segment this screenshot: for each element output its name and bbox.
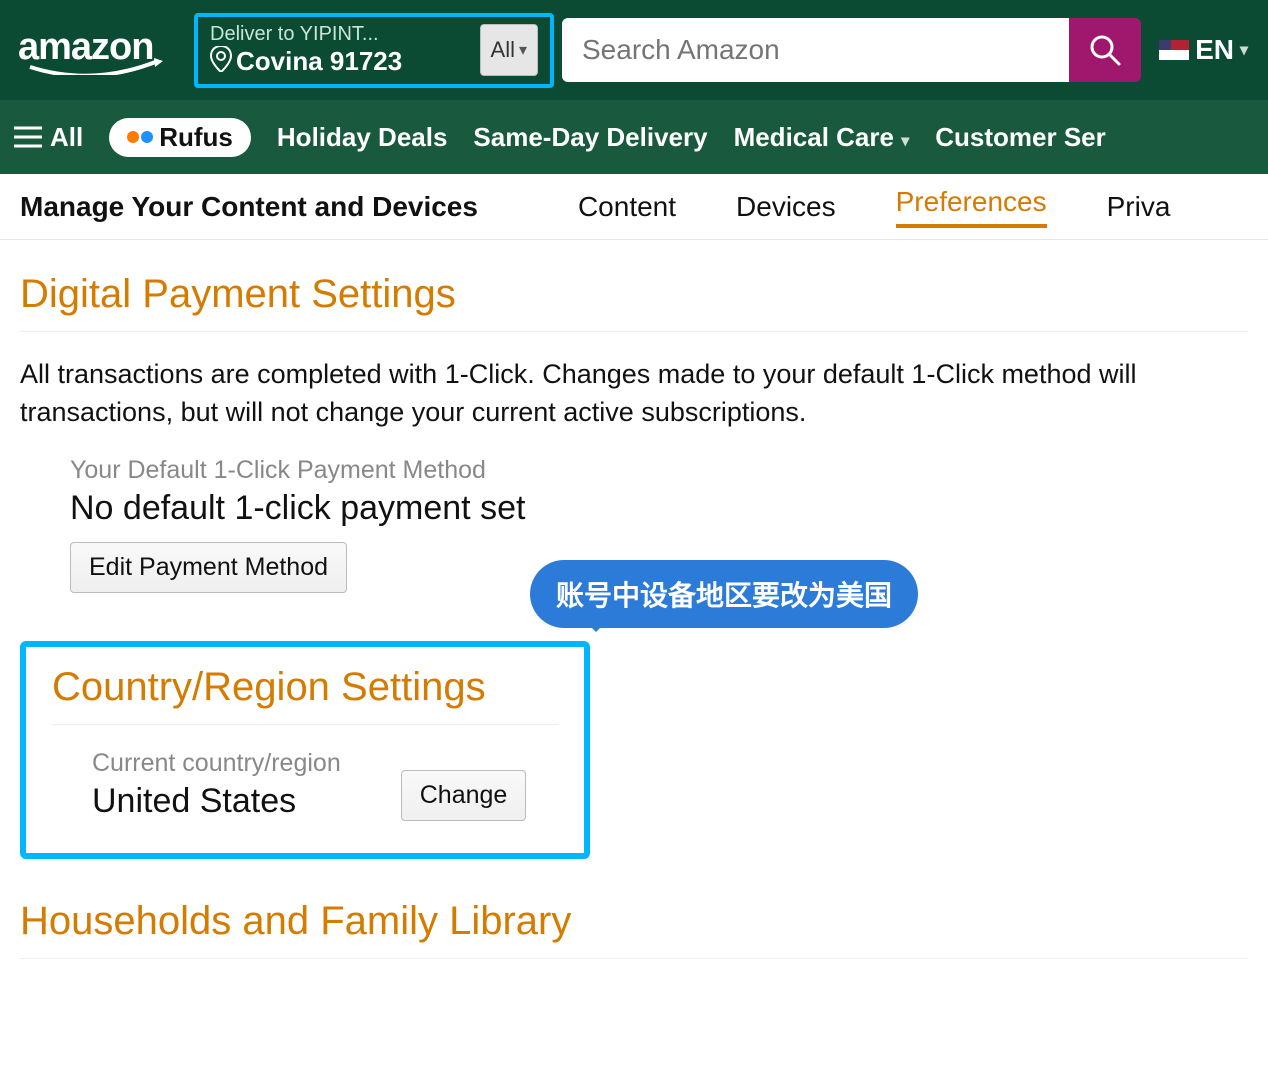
tab-preferences[interactable]: Preferences	[896, 186, 1047, 228]
search-category-label: All	[491, 37, 515, 63]
country-region-box: Country/Region Settings Current country/…	[20, 641, 590, 859]
top-nav: amazon Deliver to YIPINT... Covina 91723…	[0, 0, 1268, 100]
chevron-down-icon: ▾	[519, 40, 527, 60]
rufus-dot-icon	[141, 131, 153, 143]
chevron-down-icon: ▾	[1240, 40, 1248, 60]
nav-holiday-deals[interactable]: Holiday Deals	[277, 122, 448, 153]
divider	[52, 724, 558, 725]
tab-privacy[interactable]: Priva	[1107, 191, 1171, 223]
current-country-value: United States	[92, 782, 341, 821]
tab-content[interactable]: Content	[578, 191, 676, 223]
all-menu-label: All	[50, 122, 83, 153]
divider	[20, 958, 1248, 959]
edit-payment-method-button[interactable]: Edit Payment Method	[70, 542, 347, 593]
rufus-button[interactable]: Rufus	[109, 118, 251, 157]
households-heading: Households and Family Library	[20, 899, 1248, 944]
secondary-nav: All Rufus Holiday Deals Same-Day Deliver…	[0, 100, 1268, 174]
deliver-to-label: Deliver to YIPINT...	[210, 23, 474, 46]
annotation-callout: 账号中设备地区要改为美国	[530, 560, 918, 628]
nav-medical-care-label: Medical Care	[734, 122, 894, 152]
amazon-logo[interactable]: amazon	[10, 25, 186, 75]
content-tabs: Manage Your Content and Devices Content …	[0, 174, 1268, 240]
search-button[interactable]	[1069, 18, 1141, 82]
us-flag-icon	[1159, 40, 1189, 60]
deliver-to-box[interactable]: Deliver to YIPINT... Covina 91723 All ▾	[194, 13, 554, 88]
language-selector[interactable]: EN ▾	[1149, 34, 1258, 66]
rufus-label: Rufus	[159, 122, 233, 153]
language-label: EN	[1195, 34, 1234, 66]
chevron-down-icon: ▾	[901, 133, 909, 150]
page-title: Manage Your Content and Devices	[20, 191, 478, 223]
search-input[interactable]	[562, 18, 1069, 82]
tab-devices[interactable]: Devices	[736, 191, 836, 223]
search-bar	[562, 18, 1141, 82]
digital-payment-heading: Digital Payment Settings	[20, 272, 1248, 317]
country-region-heading: Country/Region Settings	[52, 665, 558, 710]
payment-description: All transactions are completed with 1-Cl…	[20, 356, 1248, 432]
nav-medical-care[interactable]: Medical Care ▾	[734, 122, 910, 153]
location-pin-icon	[210, 46, 232, 78]
hamburger-icon	[14, 126, 42, 148]
nav-customer-service[interactable]: Customer Ser	[935, 122, 1106, 153]
payment-method-label: Your Default 1-Click Payment Method	[70, 456, 1248, 485]
search-icon	[1088, 33, 1122, 67]
deliver-city: Covina 91723	[210, 46, 474, 78]
nav-same-day-delivery[interactable]: Same-Day Delivery	[473, 122, 707, 153]
rufus-dot-icon	[127, 131, 139, 143]
payment-method-value: No default 1-click payment set	[70, 489, 1248, 528]
svg-text:amazon: amazon	[18, 26, 153, 68]
main-content: Digital Payment Settings All transaction…	[0, 240, 1268, 1003]
divider	[20, 331, 1248, 332]
search-category-dropdown[interactable]: All ▾	[480, 24, 538, 76]
all-menu[interactable]: All	[14, 122, 83, 153]
change-country-button[interactable]: Change	[401, 770, 527, 821]
current-country-label: Current country/region	[92, 749, 341, 778]
deliver-city-text: Covina 91723	[236, 46, 402, 77]
